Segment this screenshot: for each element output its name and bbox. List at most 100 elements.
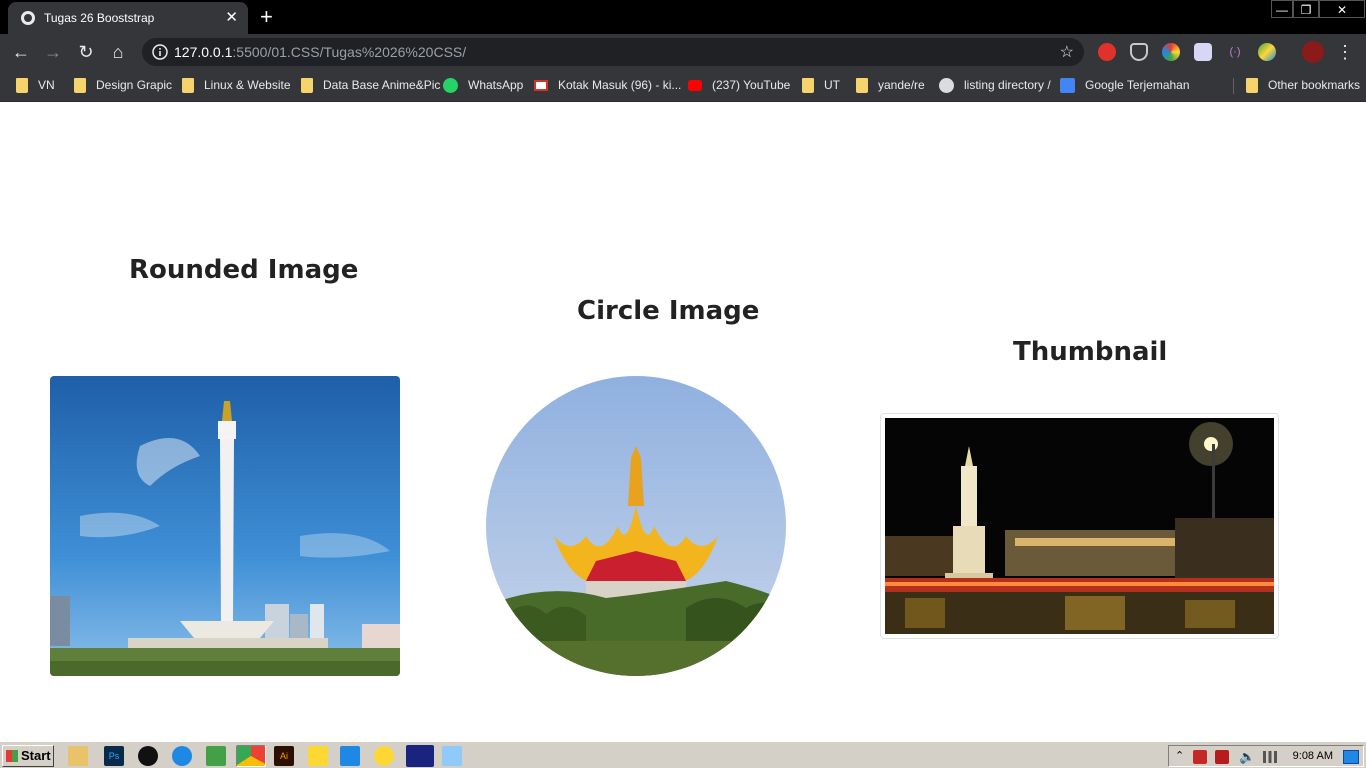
close-window-button[interactable]: ✕ [1319, 0, 1365, 18]
rounded-image-heading: Rounded Image [129, 255, 359, 285]
globe-icon [21, 11, 35, 25]
bookmark-item[interactable]: Kotak Masuk (96) - ki... [534, 77, 681, 95]
bookmark-label: (237) YouTube [712, 78, 791, 92]
app-window-icon[interactable] [406, 745, 434, 767]
url-path: :5500/01.CSS/Tugas%2026%20CSS/ [232, 44, 467, 60]
chrome-taskbar-icon[interactable] [236, 745, 266, 767]
google-translate-icon [1060, 78, 1075, 94]
adblock-extension-icon[interactable] [1098, 43, 1116, 61]
circle-image-heading: Circle Image [577, 296, 760, 326]
start-button[interactable]: Start [2, 745, 54, 767]
antivirus-tray-icon[interactable] [1215, 750, 1229, 764]
explorer-icon[interactable] [68, 746, 88, 766]
clock[interactable]: 9:08 AM [1293, 750, 1333, 762]
illustrator-icon[interactable]: Ai [274, 746, 294, 766]
bookmark-item[interactable]: Other bookmarks [1246, 77, 1360, 95]
menara-siger-picture [486, 376, 786, 676]
maximize-button[interactable]: ❐ [1293, 0, 1319, 18]
gmail-icon [534, 80, 548, 92]
network-app-icon[interactable] [172, 746, 192, 766]
cast-extension-icon[interactable]: (·) [1226, 43, 1244, 61]
pdf-extension-icon[interactable] [1194, 43, 1212, 61]
new-tab-button[interactable]: + [260, 4, 273, 30]
tab-strip: Tugas 26 Booststrap ✕ + — ❐ ✕ [0, 0, 1366, 34]
bookmarks-bar: VN Design Grapic Linux & Website Data Ba… [0, 70, 1366, 102]
youtube-icon [688, 80, 702, 92]
folder-icon [74, 78, 86, 94]
bookmark-star-icon[interactable]: ☆ [1060, 42, 1074, 62]
url-text: 127.0.0.1:5500/01.CSS/Tugas%2026%20CSS/ [174, 44, 466, 60]
control-panel-icon[interactable] [442, 746, 462, 766]
bookmark-label: Kotak Masuk (96) - ki... [558, 78, 682, 92]
volume-icon[interactable]: 🔈 [1239, 749, 1255, 765]
color-picker-extension-icon[interactable] [1162, 43, 1180, 61]
rounded-image [50, 376, 400, 676]
bookmark-label: Other bookmarks [1268, 78, 1361, 92]
info-icon [152, 44, 168, 60]
bookmark-label: Data Base Anime&Pic [323, 78, 441, 92]
folder-icon [301, 78, 313, 94]
folder-icon [802, 78, 814, 94]
bookmark-label: yande/re [878, 78, 925, 92]
security-tray-icon[interactable] [1193, 750, 1207, 764]
globe-icon [939, 78, 954, 94]
bookmark-item[interactable]: UT [802, 77, 840, 95]
bookmark-item[interactable]: WhatsApp [443, 77, 523, 95]
start-label: Start [21, 748, 51, 763]
reload-icon[interactable]: ↻ [75, 41, 97, 63]
shield-extension-icon[interactable] [1130, 43, 1148, 61]
bookmark-item[interactable]: Linux & Website [182, 77, 291, 95]
chevron-up-icon[interactable]: ⌃ [1175, 749, 1184, 762]
photoshop-icon[interactable]: Ps [104, 746, 124, 766]
system-tray: ⌃ 🔈 9:08 AM [1168, 745, 1364, 767]
show-desktop-icon[interactable] [1343, 750, 1359, 764]
address-bar[interactable]: 127.0.0.1:5500/01.CSS/Tugas%2026%20CSS/ … [142, 38, 1084, 66]
bookmark-label: Google Terjemahan [1085, 78, 1190, 92]
back-arrow-icon[interactable]: ← [10, 41, 32, 63]
browser-toolbar: ← → ↻ ⌂ 127.0.0.1:5500/01.CSS/Tugas%2026… [0, 34, 1366, 70]
monas-monument-picture [50, 376, 400, 676]
folder-icon [856, 78, 868, 94]
vlc-like-icon[interactable] [138, 746, 158, 766]
whatsapp-icon [443, 78, 458, 94]
bookmark-label: WhatsApp [468, 78, 524, 92]
bookmark-item[interactable]: yande/re [856, 77, 925, 95]
bookmark-item[interactable]: Google Terjemahan [1060, 77, 1190, 95]
maps-app-icon[interactable] [206, 746, 226, 766]
menu-kebab-icon[interactable]: ⋮ [1334, 41, 1356, 63]
browser-tab[interactable]: Tugas 26 Booststrap ✕ [8, 2, 248, 34]
tab-title: Tugas 26 Booststrap [44, 11, 155, 25]
bookmark-item[interactable]: VN [16, 77, 55, 95]
files-app-icon[interactable] [308, 746, 328, 766]
drive-extension-icon[interactable] [1258, 43, 1276, 61]
os-taskbar: Start Ps Ai ⌃ 🔈 9:08 AM [0, 740, 1366, 768]
bookmark-label: listing directory / [964, 78, 1051, 92]
tugu-jogja-night-picture [885, 418, 1274, 634]
thumbnail-heading: Thumbnail [1013, 337, 1168, 367]
forward-arrow-icon[interactable]: → [42, 41, 64, 63]
vscode-icon[interactable] [340, 746, 360, 766]
circle-image [486, 376, 786, 676]
bookmark-item[interactable]: (237) YouTube [688, 77, 790, 95]
bookmark-item[interactable]: listing directory / [939, 77, 1051, 95]
profile-avatar[interactable] [1302, 41, 1324, 63]
close-tab-icon[interactable]: ✕ [225, 8, 238, 26]
page-content: Rounded Image Circle Image Thumbnail [0, 103, 1366, 740]
bookmark-item[interactable]: Data Base Anime&Pic [301, 77, 440, 95]
thumbnail-image [880, 413, 1279, 639]
bookmark-label: Linux & Website [204, 78, 291, 92]
windows-logo-icon [6, 750, 18, 762]
folder-icon [1246, 78, 1258, 94]
bookmark-label: UT [824, 78, 840, 92]
bookmark-label: VN [38, 78, 55, 92]
folder-icon [182, 78, 194, 94]
bookmark-item[interactable]: Design Grapic [74, 77, 172, 95]
signal-icon[interactable] [1263, 751, 1277, 763]
folder-icon [16, 78, 28, 94]
bookmark-label: Design Grapic [96, 78, 173, 92]
url-host: 127.0.0.1 [174, 44, 233, 60]
bookmarks-divider [1233, 78, 1234, 94]
media-player-icon[interactable] [374, 746, 394, 766]
minimize-button[interactable]: — [1271, 0, 1293, 18]
home-icon[interactable]: ⌂ [107, 41, 129, 63]
